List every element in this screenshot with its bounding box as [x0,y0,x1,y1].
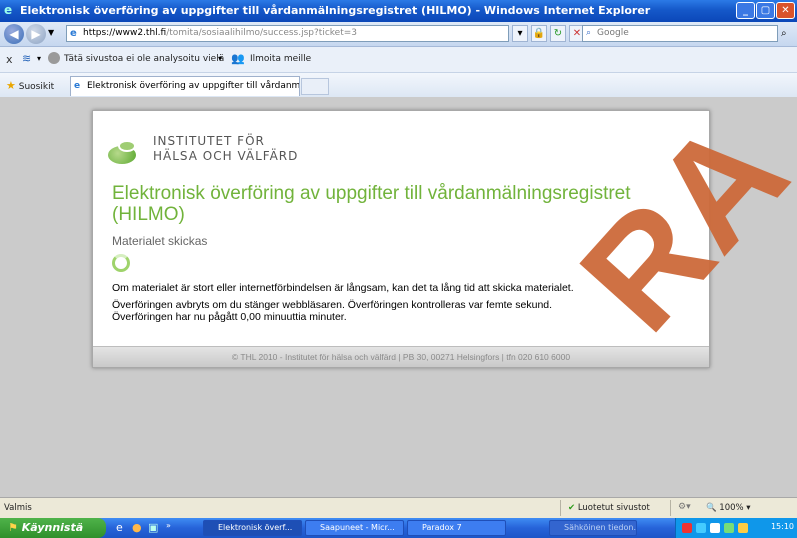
page-footer: © THL 2010 - Institutet för hälsa och vä… [93,346,709,367]
ie-logo-icon: e [4,3,13,17]
address-actions: ▾ 🔒 ↻ ✕ [512,25,585,42]
address-input[interactable]: e https://www2.thl.fi/tomita/sosiaalihil… [66,25,509,42]
minimize-button[interactable]: _ [736,2,755,19]
favorites-label: Suosikit [18,82,55,92]
toolbar-dropdown-icon[interactable]: ▾ [37,54,41,63]
tray-volume-icon[interactable] [710,523,720,533]
status-subheading: Materialet skickas [112,234,208,248]
zoom-icon: 🔍 [706,503,717,513]
quicklaunch-desktop-icon[interactable]: ▣ [148,521,158,534]
org-line-2: HÄLSA OCH VÄLFÄRD [153,149,299,163]
analysis-status[interactable]: Tätä sivustoa ei ole analysoitu vielä [64,54,224,64]
close-window-button[interactable]: ✕ [776,2,795,19]
taskbar-item-outlook[interactable]: Saapuneet - Micr... [305,520,404,536]
new-tab-button[interactable] [301,78,329,95]
window-title: Elektronisk överföring av uppgifter till… [20,4,651,17]
taskbar-item-label: Saapuneet - Micr... [320,523,395,532]
taskbar: ⚑ Käynnistä e ● ▣ » Elektronisk överf...… [0,518,797,538]
taskbar-item-label: Sähköinen tiedon... [564,523,637,532]
taskbar-item-ie[interactable]: Elektronisk överf... [203,520,302,536]
search-input[interactable]: ⌕ Google [582,25,778,42]
browser-tab[interactable]: e Elektronisk överföring av uppgifter ti… [70,76,300,96]
tray-clock: 15:10 [770,522,794,531]
dropdown-icon[interactable]: ▾ [512,25,528,42]
navigation-bar: ◀ ▶ ▼ e https://www2.thl.fi/tomita/sosia… [0,22,797,47]
security-zone-label: Luotetut sivustot [577,503,650,513]
info-message-2: Överföringen avbryts om du stänger webbl… [112,299,553,311]
loading-spinner-icon [112,254,130,272]
quicklaunch-firefox-icon[interactable]: ● [132,521,142,534]
system-tray: 15:10 [675,518,797,538]
taskbar-item-label: Elektronisk överf... [218,523,293,532]
favorites-bar: ★ Suosikit e Elektronisk överföring av u… [0,73,797,98]
refresh-icon[interactable]: ↻ [550,25,566,42]
report-link[interactable]: Ilmoita meille [250,54,311,64]
quicklaunch-more-icon[interactable]: » [166,521,171,530]
tray-security-icon[interactable] [724,523,734,533]
search-icon[interactable]: ⌕ [781,25,795,42]
windows-flag-icon: ⚑ [8,521,18,534]
favorites-button[interactable]: ★ Suosikit [6,79,54,92]
taskbar-item-label: Paradox 7 [422,523,462,532]
tray-update-icon[interactable] [738,523,748,533]
analysis-dropdown-icon[interactable]: ▾ [218,54,222,63]
search-provider-icon: ⌕ [586,28,592,38]
url-host: https://www2.thl.fi [83,28,167,38]
start-label: Käynnistä [21,521,84,534]
info-message-3: Överföringen har nu pågått 0,00 minuutti… [112,311,347,323]
toolbar: x ≋ ▾ Tätä sivustoa ei ole analysoitu vi… [0,47,797,73]
content-card: INSTITUTET FÖR HÄLSA OCH VÄLFÄRD Elektro… [92,110,710,368]
tab-title: Elektronisk överföring av uppgifter till… [87,81,300,91]
status-bar: Valmis ✔ Luotetut sivustot ⚙▾ 🔍 100% ▾ [0,497,797,518]
info-message-1: Om materialet är stort eller internetför… [112,282,574,294]
lock-icon[interactable]: 🔒 [531,25,547,42]
start-button[interactable]: ⚑ Käynnistä [0,518,106,538]
taskbar-item-email[interactable]: Sähköinen tiedon... [549,520,637,536]
wifi-icon: ≋ [22,52,32,65]
organization-name: INSTITUTET FÖR HÄLSA OCH VÄLFÄRD [153,134,298,164]
tray-network-icon[interactable] [696,523,706,533]
maximize-button[interactable]: ▢ [756,2,775,19]
url-path: /tomita/sosiaalihilmo/success.jsp?ticket… [166,28,357,38]
analysis-icon [48,52,60,64]
back-button[interactable]: ◀ [4,24,24,44]
window-titlebar: e Elektronisk överföring av uppgifter ti… [0,0,797,22]
forward-button[interactable]: ▶ [26,24,46,44]
org-line-1: INSTITUTET FÖR [153,134,265,148]
tab-page-icon: e [74,81,81,91]
thl-logo-icon [106,140,138,166]
toolbar-close-button[interactable]: x [6,53,13,66]
quicklaunch-ie-icon[interactable]: e [116,521,123,534]
star-icon: ★ [6,79,16,92]
zoom-control[interactable]: 🔍 100% ▾ [706,503,751,513]
report-icon: 👥 [231,52,245,65]
security-zone[interactable]: ✔ Luotetut sivustot [568,503,650,513]
protected-mode-icon[interactable]: ⚙▾ [678,502,691,512]
taskbar-item-paradox[interactable]: Paradox 7 [407,520,506,536]
status-text: Valmis [4,503,32,513]
zoom-level: 100% [719,503,744,513]
check-icon: ✔ [568,503,576,513]
history-dropdown-icon[interactable]: ▼ [48,28,54,37]
tray-app-icon[interactable] [682,523,692,533]
page-icon: e [70,28,77,39]
page-title: Elektronisk överföring av uppgifter till… [112,183,631,225]
page-viewport: INSTITUTET FÖR HÄLSA OCH VÄLFÄRD Elektro… [0,97,797,497]
search-placeholder: Google [597,28,629,38]
